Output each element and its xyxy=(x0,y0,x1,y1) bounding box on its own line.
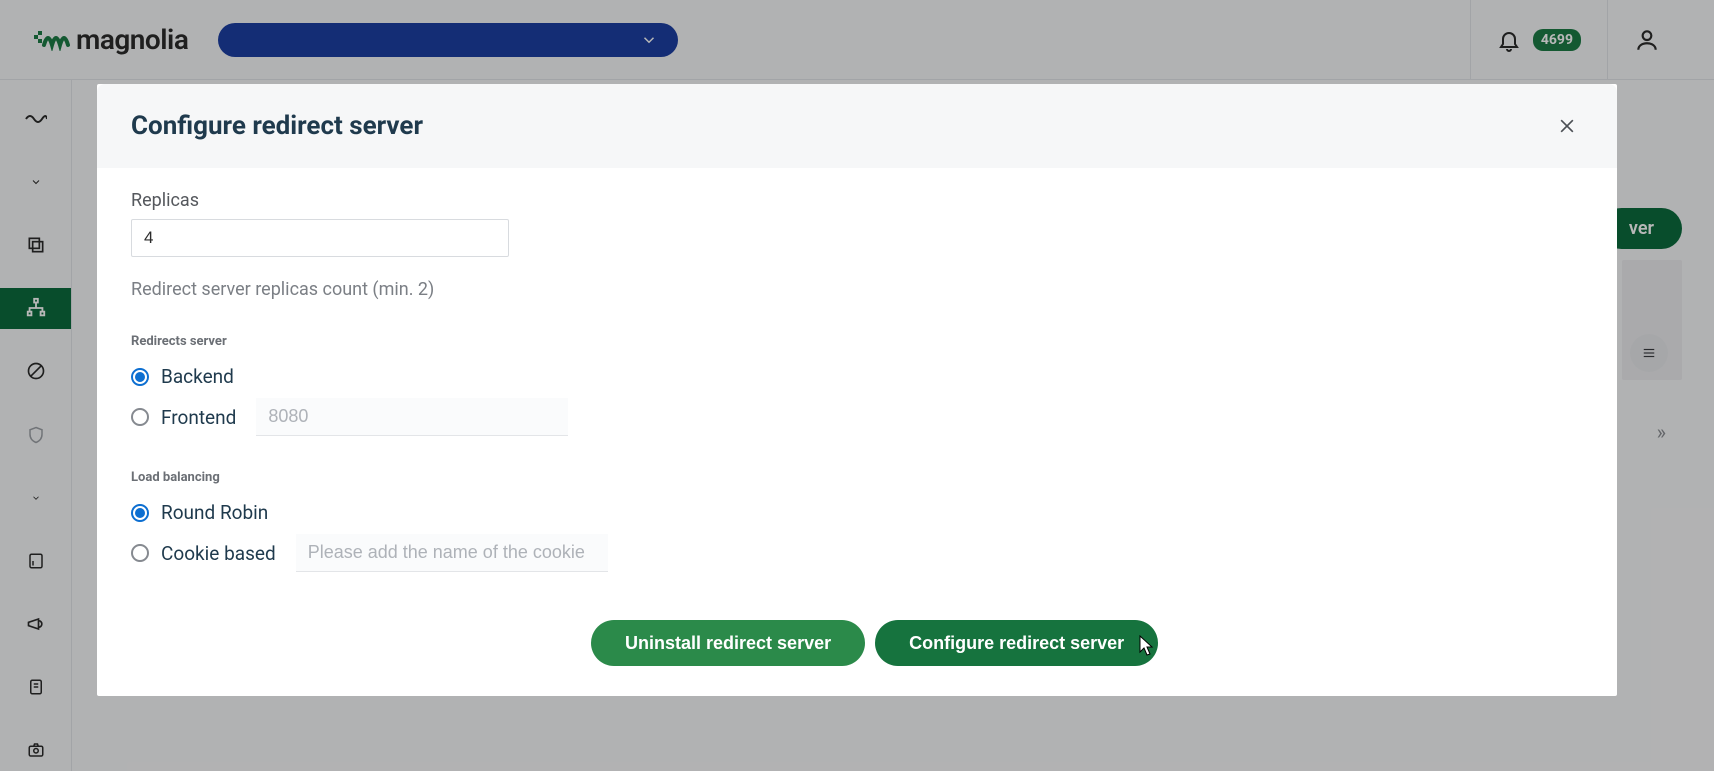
replicas-label: Replicas xyxy=(131,190,1583,211)
configure-redirect-modal: Configure redirect server Replicas Redir… xyxy=(97,84,1617,696)
radio-icon xyxy=(131,368,149,386)
radio-rr-label: Round Robin xyxy=(161,501,268,524)
replicas-input[interactable] xyxy=(131,219,509,257)
configure-button[interactable]: Configure redirect server xyxy=(875,620,1158,666)
modal-title: Configure redirect server xyxy=(131,111,423,141)
section-load-balancing: Load balancing xyxy=(131,470,1583,485)
radio-frontend[interactable]: Frontend xyxy=(131,398,1583,436)
frontend-port-input[interactable] xyxy=(256,398,568,436)
radio-backend-label: Backend xyxy=(161,365,234,388)
radio-icon xyxy=(131,408,149,426)
cookie-name-input[interactable] xyxy=(296,534,608,572)
radio-round-robin[interactable]: Round Robin xyxy=(131,501,1583,524)
radio-frontend-label: Frontend xyxy=(161,406,236,429)
modal-overlay[interactable]: Configure redirect server Replicas Redir… xyxy=(0,0,1714,771)
radio-cookie-label: Cookie based xyxy=(161,542,276,565)
section-redirects-server: Redirects server xyxy=(131,334,1583,349)
close-icon xyxy=(1557,116,1577,136)
radio-icon xyxy=(131,544,149,562)
close-button[interactable] xyxy=(1551,110,1583,142)
replicas-help: Redirect server replicas count (min. 2) xyxy=(131,279,1583,300)
modal-header: Configure redirect server xyxy=(97,84,1617,168)
uninstall-button[interactable]: Uninstall redirect server xyxy=(591,620,865,666)
radio-cookie-based[interactable]: Cookie based xyxy=(131,534,1583,572)
radio-icon xyxy=(131,504,149,522)
radio-backend[interactable]: Backend xyxy=(131,365,1583,388)
modal-body: Replicas Redirect server replicas count … xyxy=(97,168,1617,696)
modal-footer: Uninstall redirect server Configure redi… xyxy=(591,620,1583,666)
